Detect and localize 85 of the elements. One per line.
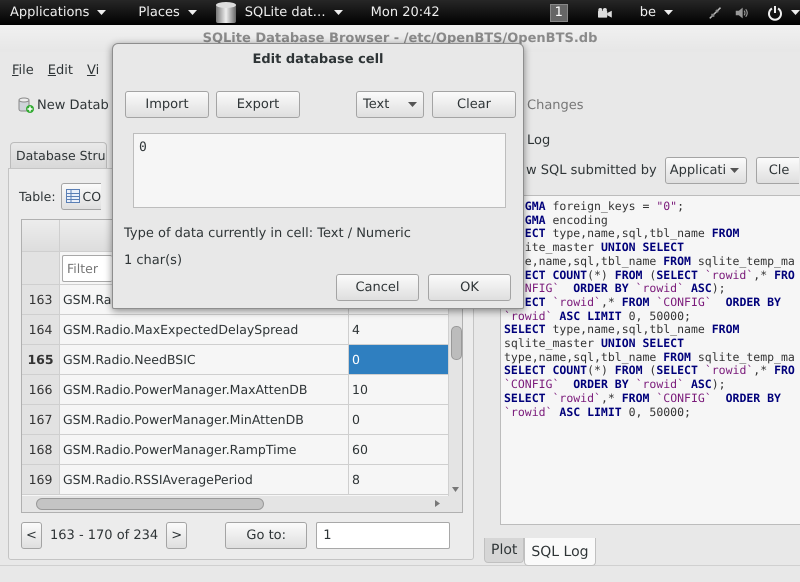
log-line: SELECT `rowid`,* FROM `CONFIG` ORDER BY <box>504 392 782 406</box>
import-button[interactable]: Import <box>125 91 209 118</box>
log-line: GMA foreign_keys = "0"; <box>524 200 686 214</box>
table-cell[interactable]: GSM.Ra <box>63 292 112 307</box>
database-add-icon <box>18 97 34 113</box>
caret-icon <box>408 102 417 107</box>
log-line: e,name,sql,tbl_name FROM sqlite_temp_ma <box>524 254 796 269</box>
row-number: 167 <box>22 405 60 435</box>
ok-button[interactable]: OK <box>428 274 511 301</box>
cancel-button[interactable]: Cancel <box>336 274 419 301</box>
applications-menu[interactable]: Applications <box>10 5 106 20</box>
places-menu[interactable]: Places <box>138 5 197 20</box>
mode-combo[interactable]: Text <box>356 91 424 118</box>
table-label: Table: <box>19 188 56 204</box>
export-button[interactable]: Export <box>216 91 300 118</box>
log-line: NFIG` ORDER BY `rowid` ASC); <box>524 282 727 296</box>
menu-item[interactable]: File <box>12 62 34 78</box>
filter-field[interactable]: Filter <box>62 254 112 282</box>
clear-button[interactable]: Cle <box>756 156 799 184</box>
table-cell[interactable]: GSM.Radio.NeedBSIC <box>63 352 196 367</box>
toolbar-button[interactable]: New Datab <box>18 97 109 113</box>
row-number: 169 <box>22 465 60 495</box>
log-line: ECT `rowid`,* FROM `CONFIG` ORDER BY <box>524 296 782 310</box>
keyboard-layout-menu[interactable]: be <box>640 5 673 20</box>
log-line: `rowid` ASC LIMIT 0, 50000; <box>504 406 692 420</box>
menu-item[interactable]: Vi <box>86 62 100 78</box>
row-number: 164 <box>22 315 60 345</box>
dock-tab[interactable]: SQL Log <box>524 538 596 566</box>
caret-icon <box>791 10 800 15</box>
table-cell[interactable]: GSM.Radio.PowerManager.MaxAttenDB <box>63 382 308 397</box>
log-line: SELECT COUNT(*) FROM (SELECT `rowid`,* FRO <box>504 364 796 378</box>
dock-title: Log <box>527 132 550 148</box>
go-to-button[interactable]: Go to: <box>225 522 308 548</box>
data-type-text: Type of data currently in cell: Text / Numeric <box>124 226 412 243</box>
row-number: 166 <box>22 375 60 405</box>
log-line: type,name,sql,tbl_name FROM sqlite_temp_ma <box>504 350 796 364</box>
log-line: `CONFIG` ORDER BY `rowid` ASC); <box>504 378 727 392</box>
page-field[interactable]: 1 <box>316 522 450 548</box>
table-cell[interactable]: 0 <box>349 345 448 375</box>
char-count: 1 char(s) <box>124 253 184 268</box>
scroll-right-icon[interactable] <box>435 500 440 507</box>
app-menu[interactable]: SQLite dat… <box>214 0 343 24</box>
table-cell[interactable]: GSM.Radio.RSSIAveragePeriod <box>63 472 253 487</box>
clock: Mon 20:42 <box>370 5 440 20</box>
power-icon <box>767 4 784 20</box>
submitted-by-combo[interactable]: Applicati <box>664 156 747 184</box>
table-cell[interactable]: GSM.Radio.PowerManager.RampTime <box>63 442 296 457</box>
table-cell[interactable]: GSM.Radio.MaxExpectedDelaySpread <box>63 322 298 337</box>
log-line: `rowid` ASC LIMIT 0, 50000; <box>504 310 692 324</box>
power-menu[interactable] <box>767 4 800 20</box>
dock-tab[interactable]: Plot <box>484 538 524 563</box>
caret-icon <box>730 168 740 172</box>
menu-item[interactable]: Edit <box>48 62 73 78</box>
page-range: 163 - 170 of 234 <box>50 528 158 542</box>
table-cell[interactable]: GSM.Radio.PowerManager.MinAttenDB <box>63 412 304 427</box>
submitted-by-label: w SQL submitted by <box>526 162 657 178</box>
log-line: ite_master UNION SELECT <box>524 241 686 255</box>
log-line: ECT type,name,sql,tbl_name FROM <box>524 227 740 242</box>
next-page-button[interactable]: > <box>166 522 188 548</box>
cell-editor[interactable]: 0 <box>133 133 506 208</box>
window-title: SQLite Database Browser - /etc/OpenBTS/OpenBTS.db <box>202 31 598 46</box>
clear-button[interactable]: Clear <box>432 91 516 118</box>
row-number: 163 <box>22 285 60 315</box>
dialog-title: Edit database cell <box>251 52 385 69</box>
caret-icon <box>334 10 343 15</box>
log-line: ECT COUNT(*) FROM (SELECT `rowid`,* FRO <box>524 268 796 282</box>
database-icon <box>214 0 237 24</box>
camera-icon <box>598 6 612 20</box>
log-line: GMA encoding <box>524 214 608 228</box>
scrollbar-thumb[interactable] <box>36 498 264 510</box>
caret-icon <box>97 10 106 15</box>
table-icon <box>66 189 80 203</box>
row-number: 165 <box>22 345 60 375</box>
scrollbar-thumb[interactable] <box>451 326 462 360</box>
table-combo[interactable]: CO <box>60 182 102 210</box>
log-line: SELECT type,name,sql,tbl_name FROM <box>504 323 740 338</box>
caret-icon <box>188 10 197 15</box>
network-icon <box>708 4 722 20</box>
panel-tab[interactable]: Database Stru <box>10 142 107 168</box>
row-number: 168 <box>22 435 60 465</box>
scroll-down-icon[interactable] <box>452 487 459 492</box>
workspace-indicator[interactable]: 1 <box>550 4 568 22</box>
caret-icon <box>664 10 673 15</box>
previous-page-button[interactable]: < <box>21 522 42 548</box>
log-line: sqlite_master UNION SELECT <box>504 337 686 351</box>
